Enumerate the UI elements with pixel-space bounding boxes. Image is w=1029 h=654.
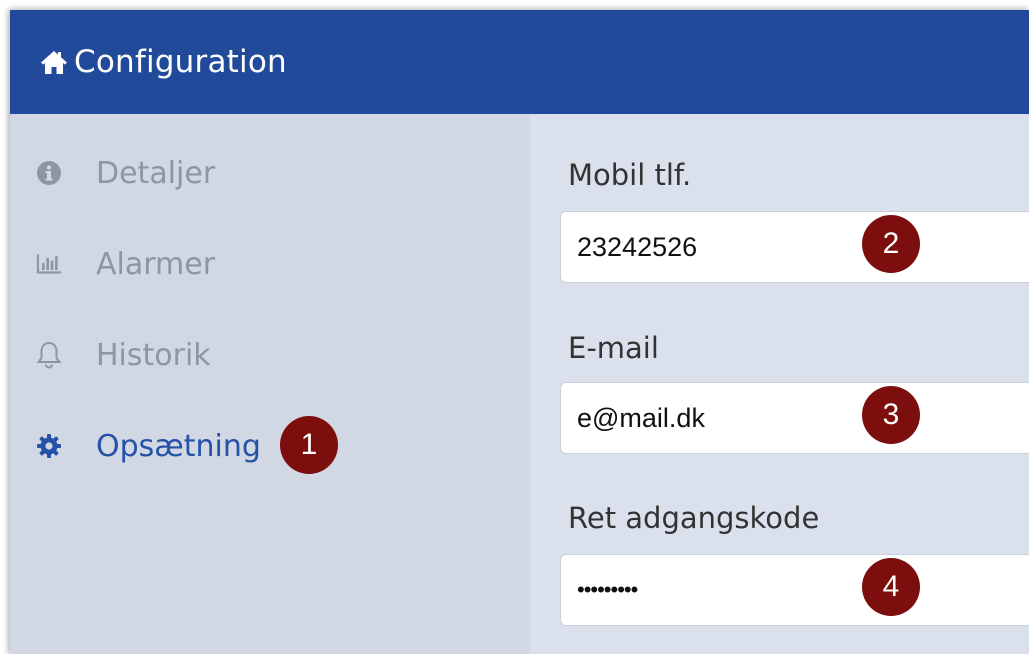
sidebar-item-label: Alarmer [96,246,216,282]
sidebar-item-alarmer[interactable]: Alarmer [36,239,215,289]
bell-icon [36,341,62,369]
sidebar-item-label: Opsætning [96,428,261,464]
email-label: E-mail [568,331,659,365]
sidebar-item-historik[interactable]: Historik [36,330,211,380]
mobile-input[interactable]: 23242526 [560,211,1029,283]
callout-badge: 1 [280,416,338,474]
sidebar-item-opsaetning[interactable]: Opsætning [36,421,261,471]
sidebar: Detaljer Alarmer Historik Opsætning 1 [10,114,530,654]
callout-badge: 3 [862,386,920,444]
password-label: Ret adgangskode [568,501,820,535]
gear-icon [36,433,62,459]
settings-form: Mobil tlf. 23242526 2 E-mail e@mail.dk 3… [530,114,1029,654]
password-input[interactable]: ••••••••• [560,554,1029,626]
home-icon[interactable] [40,48,68,76]
callout-badge: 4 [862,558,920,616]
mobile-label: Mobil tlf. [568,158,692,192]
email-input[interactable]: e@mail.dk [560,382,1029,454]
sidebar-item-detaljer[interactable]: Detaljer [36,148,215,198]
sidebar-item-label: Detaljer [96,155,216,191]
callout-badge: 2 [862,215,920,273]
app-window: Configuration Detaljer Alarmer Historik … [10,10,1029,654]
app-title: Configuration [74,44,287,80]
app-header: Configuration [10,10,1029,114]
bar-chart-icon [36,251,62,277]
info-icon [36,160,62,186]
sidebar-item-label: Historik [96,337,211,373]
